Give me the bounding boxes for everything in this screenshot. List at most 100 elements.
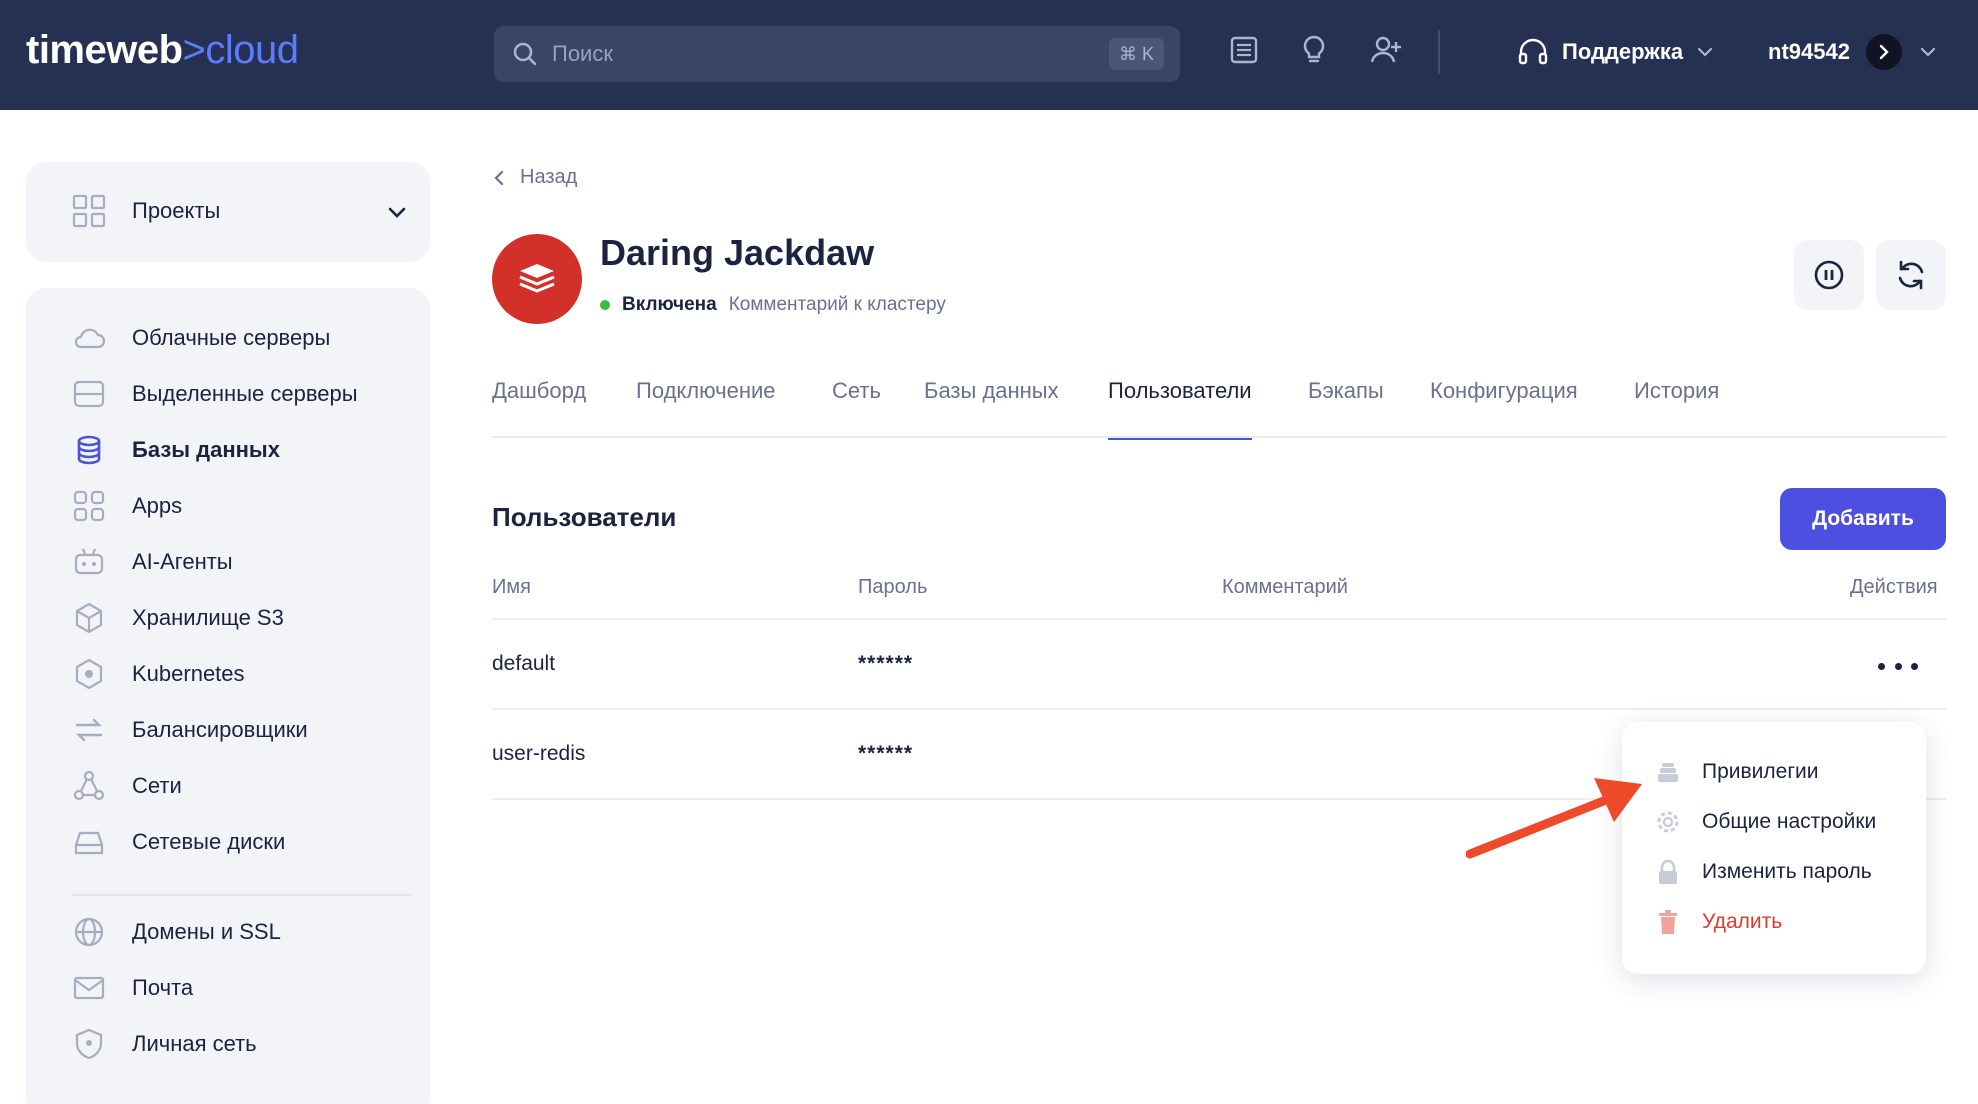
add-user-button[interactable]: Добавить	[1780, 488, 1946, 550]
chevron-down-icon	[388, 207, 406, 218]
menu-item-label: Изменить пароль	[1702, 860, 1872, 883]
sidebar-item-dedicated-servers[interactable]: Выделенные серверы	[72, 374, 358, 414]
sidebar-item-balancers[interactable]: Балансировщики	[72, 710, 308, 750]
sidebar-item-domains[interactable]: Домены и SSL	[72, 912, 281, 952]
sidebar-item-databases[interactable]: Базы данных	[72, 430, 280, 470]
sidebar-item-label: Почта	[132, 975, 194, 1000]
sidebar-item-label: Kubernetes	[132, 661, 245, 686]
search-input[interactable]	[552, 34, 1072, 74]
sidebar-item-mail[interactable]: Почта	[72, 968, 193, 1008]
news-icon[interactable]	[1226, 32, 1262, 68]
support-menu[interactable]: Поддержка	[1516, 32, 1715, 72]
menu-item-label: Удалить	[1702, 910, 1783, 933]
cube-icon	[75, 602, 103, 634]
tab-configuration[interactable]: Конфигурация	[1430, 378, 1578, 438]
menu-item-privileges[interactable]: Привилегии	[1654, 754, 1818, 790]
back-link[interactable]: Назад	[492, 166, 577, 189]
tab-backups[interactable]: Бэкапы	[1308, 378, 1384, 438]
pause-button[interactable]	[1794, 240, 1864, 310]
password-cell: ******	[858, 742, 914, 765]
sidebar-item-ai-agents[interactable]: AI-Агенты	[72, 542, 233, 582]
tab-history[interactable]: История	[1634, 378, 1719, 438]
lightbulb-icon[interactable]	[1296, 32, 1332, 68]
robot-icon	[74, 548, 104, 575]
chevron-left-icon	[494, 170, 504, 185]
tab-network[interactable]: Сеть	[832, 378, 881, 438]
password-cell: ******	[858, 652, 914, 675]
sidebar-divider	[72, 894, 412, 896]
sidebar-item-label: Базы данных	[132, 437, 280, 462]
cluster-title: Daring Jackdaw	[600, 232, 875, 273]
sidebar-item-private-network[interactable]: Личная сеть	[72, 1024, 257, 1064]
section-title: Пользователи	[492, 502, 677, 532]
sidebar-item-label: Apps	[132, 493, 183, 518]
server-icon	[73, 380, 105, 408]
lock-icon	[1659, 859, 1677, 884]
search-icon	[513, 42, 537, 66]
menu-item-label: Общие настройки	[1702, 810, 1877, 833]
more-dot	[1911, 662, 1918, 670]
username: nt94542	[1768, 39, 1850, 64]
search-shortcut: ⌘ K	[1108, 38, 1164, 70]
user-avatar[interactable]	[1865, 34, 1902, 70]
tab-connection[interactable]: Подключение	[636, 378, 776, 438]
grid-icon	[72, 194, 106, 228]
tab-databases[interactable]: Базы данных	[924, 378, 1059, 438]
user-name-cell: default	[492, 652, 556, 675]
refresh-icon	[1898, 260, 1924, 290]
search-box[interactable]: ⌘ K	[494, 26, 1180, 82]
stack-icon	[1658, 763, 1678, 782]
column-header-actions: Действия	[1850, 576, 1938, 598]
back-label: Назад	[520, 166, 578, 188]
trash-icon	[1659, 910, 1677, 934]
redis-icon	[519, 264, 555, 293]
menu-item-general-settings[interactable]: Общие настройки	[1654, 804, 1876, 840]
sidebar-item-label: Сетевые диски	[132, 829, 286, 854]
globe-icon	[74, 917, 104, 947]
menu-item-label: Привилегии	[1702, 760, 1819, 783]
cluster-comment-link[interactable]: Комментарий к кластеру	[729, 294, 946, 316]
menu-item-change-password[interactable]: Изменить пароль	[1654, 854, 1872, 890]
more-dot	[1878, 662, 1885, 670]
tab-dashboard[interactable]: Дашборд	[492, 378, 586, 438]
tab-bar: Дашборд Подключение Сеть Базы данных Пол…	[492, 378, 1946, 440]
column-header-comment: Комментарий	[1222, 576, 1348, 598]
row-actions-button[interactable]	[1878, 656, 1918, 676]
sidebar-item-label: Домены и SSL	[132, 919, 281, 944]
sidebar-item-apps[interactable]: Apps	[72, 486, 182, 526]
sidebar-item-label: Облачные серверы	[132, 325, 331, 350]
table-divider	[492, 618, 1946, 620]
more-dot	[1894, 662, 1902, 670]
sidebar-item-kubernetes[interactable]: Kubernetes	[72, 654, 245, 694]
sidebar-item-label: Балансировщики	[132, 717, 308, 742]
cloud-icon	[74, 328, 106, 349]
support-label: Поддержка	[1562, 39, 1684, 64]
status-text: Включена	[622, 294, 717, 315]
table-divider	[492, 708, 1946, 710]
shield-icon	[75, 1028, 103, 1060]
sidebar-item-cloud-servers[interactable]: Облачные серверы	[72, 318, 330, 358]
sidebar-item-label: Выделенные серверы	[132, 381, 358, 406]
refresh-button[interactable]	[1876, 240, 1946, 310]
cluster-status: Включена Комментарий к кластеру	[600, 294, 946, 316]
user-menu[interactable]: nt94542	[1768, 32, 1938, 72]
add-user-icon[interactable]	[1368, 32, 1404, 68]
divider	[1438, 30, 1440, 74]
logo[interactable]: timeweb>cloud	[26, 28, 299, 73]
status-dot	[600, 300, 610, 310]
sidebar-item-label: AI-Агенты	[132, 549, 233, 574]
projects-selector[interactable]: Проекты	[26, 162, 430, 262]
kubernetes-icon	[75, 658, 103, 690]
disk-icon	[74, 831, 104, 855]
apps-icon	[73, 490, 105, 522]
sidebar-item-network-disks[interactable]: Сетевые диски	[72, 822, 285, 862]
database-icon	[77, 435, 101, 465]
sidebar-item-networks[interactable]: Сети	[72, 766, 182, 806]
menu-item-delete[interactable]: Удалить	[1654, 904, 1782, 940]
tab-users[interactable]: Пользователи	[1108, 378, 1252, 440]
sidebar-item-s3-storage[interactable]: Хранилище S3	[72, 598, 284, 638]
top-bar: timeweb>cloud ⌘ K Поддержка nt94542	[0, 0, 1978, 110]
user-name-cell: user-redis	[492, 742, 586, 765]
headset-icon	[1518, 38, 1548, 65]
network-icon	[73, 770, 105, 801]
